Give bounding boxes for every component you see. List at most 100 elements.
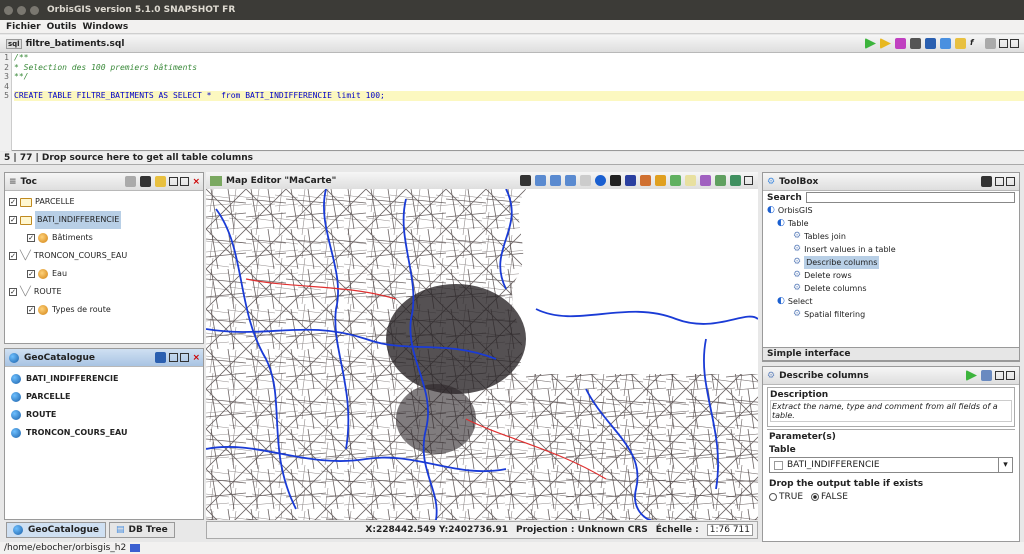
folder-icon[interactable] [955,38,966,49]
description-box: Description Extract the name, type and c… [767,387,1015,427]
execute-icon[interactable] [865,38,876,49]
visibility-checkbox[interactable]: ✓ [9,216,17,224]
toolbox-node[interactable]: ⚙ Delete columns [767,282,1015,295]
remove-layer-icon[interactable] [125,176,137,187]
simple-interface-bar[interactable]: Simple interface [762,347,1020,361]
process-options-icon[interactable] [981,370,992,381]
maximize-panel-icon[interactable] [744,176,753,185]
catalogue-item[interactable]: BATI_INDIFFERENCIE [11,370,197,388]
visibility-checkbox[interactable]: ✓ [27,306,35,314]
minimize-window-icon[interactable] [17,5,26,15]
maximize-panel-icon[interactable] [1006,177,1015,186]
close-panel-icon[interactable]: × [192,353,200,363]
zoom-in-icon[interactable] [535,175,546,186]
scale-input[interactable]: 1:76 711 [706,524,753,536]
zoom-layer-icon[interactable] [140,176,152,187]
minimize-panel-icon[interactable] [999,39,1008,48]
map-canvas[interactable] [206,189,758,520]
export-icon[interactable] [670,175,681,186]
process-icon: ⚙ [793,257,802,267]
maximize-panel-icon[interactable] [180,177,190,186]
toolbox-node[interactable]: ⚙ Spatial filtering [767,308,1015,321]
save-icon[interactable] [925,38,936,49]
minimize-panel-icon[interactable] [169,353,179,362]
visibility-checkbox[interactable]: ✓ [9,288,17,296]
function-icon[interactable]: f [970,38,981,49]
toc-item-style[interactable]: ✓ Bâtiments [9,229,199,247]
geocatalogue-icon [9,352,19,363]
map-drawing[interactable] [206,189,758,520]
maximize-panel-icon[interactable] [1006,371,1015,380]
find-icon[interactable] [910,38,921,49]
minimize-panel-icon[interactable] [995,177,1004,186]
refresh-icon[interactable] [981,176,992,187]
search-input[interactable] [805,192,1015,203]
menu-windows[interactable]: Windows [83,22,129,32]
map-projection[interactable]: Projection : Unknown CRS [516,525,648,535]
close-panel-icon[interactable]: × [192,177,200,187]
toolbox-node[interactable]: ◐ Table [767,217,1015,230]
radio-true[interactable]: TRUE [769,492,803,502]
clear-icon[interactable] [895,38,906,49]
visibility-checkbox[interactable]: ✓ [9,198,17,206]
toolbox-node[interactable]: ◐ Select [767,295,1015,308]
execute-selection-icon[interactable] [880,38,891,49]
open-icon[interactable] [940,38,951,49]
close-window-icon[interactable] [4,5,13,15]
style-icon [38,233,48,243]
catalogue-item[interactable]: TRONCON_COURS_EAU [11,424,197,442]
radio-icon[interactable] [811,493,820,501]
toolbox-node[interactable]: ⚙ Insert values in a table [767,243,1015,256]
info-icon[interactable] [595,175,606,186]
table-select[interactable]: BATI_INDIFFERENCIE ▾ [769,457,1013,473]
pan-icon[interactable] [580,175,591,186]
chevron-down-icon[interactable]: ▾ [998,458,1012,472]
catalogue-item[interactable]: ROUTE [11,406,197,424]
minimize-panel-icon[interactable] [995,371,1004,380]
visibility-checkbox[interactable]: ✓ [27,270,35,278]
toc-item-route[interactable]: ✓ ╲╱ ROUTE [9,283,199,301]
node-label: Tables join [804,232,846,241]
edit-icon[interactable] [655,175,666,186]
line-number-gutter: 1 2 3 4 5 [0,53,12,151]
toc-item-style[interactable]: ✓ Types de route [9,301,199,319]
toolbox-node[interactable]: ◐ OrbisGIS [767,204,1015,217]
zoom-box-icon[interactable] [565,175,576,186]
toc-item-bati[interactable]: ✓ BATI_INDIFFERENCIE [9,211,199,229]
toc-item-parcelle[interactable]: ✓ PARCELLE [9,193,199,211]
layers-icon[interactable] [715,175,726,186]
full-extent-icon[interactable] [520,175,531,186]
menu-outils[interactable]: Outils [47,22,77,32]
select-icon[interactable] [610,175,621,186]
maximize-panel-icon[interactable] [180,353,190,362]
print-icon[interactable] [730,175,741,186]
sql-editor[interactable]: 1 2 3 4 5 /** * Selection des 100 premie… [0,53,1024,151]
toolbox-node[interactable]: ⚙ Delete rows [767,269,1015,282]
measure-icon[interactable] [685,175,696,186]
radio-icon[interactable] [769,493,777,501]
draw-icon[interactable] [640,175,651,186]
catalogue-item[interactable]: PARCELLE [11,388,197,406]
radio-false[interactable]: FALSE [811,492,848,502]
tab-geocatalogue[interactable]: GeoCatalogue [6,522,106,538]
search-icon[interactable] [155,352,167,363]
select-area-icon[interactable] [625,175,636,186]
zoom-out-icon[interactable] [550,175,561,186]
menu-fichier[interactable]: Fichier [6,22,41,32]
code-line-current: CREATE TABLE FILTRE_BATIMENTS AS SELECT … [14,91,1024,101]
tab-db-tree[interactable]: ▤ DB Tree [108,522,175,538]
toc-item-style[interactable]: ✓ Eau [9,265,199,283]
maximize-window-icon[interactable] [30,5,39,15]
minimize-panel-icon[interactable] [169,177,179,186]
maximize-panel-icon[interactable] [1010,39,1019,48]
map-icon [210,175,222,186]
visibility-checkbox[interactable]: ✓ [9,252,17,260]
add-layer-icon[interactable] [155,176,167,187]
style-tool-icon[interactable] [700,175,711,186]
sigma-icon[interactable] [985,38,996,49]
toolbox-node[interactable]: ⚙ Tables join [767,230,1015,243]
toc-item-troncon[interactable]: ✓ ╲╱ TRONCON_COURS_EAU [9,247,199,265]
run-process-icon[interactable] [966,370,977,381]
visibility-checkbox[interactable]: ✓ [27,234,35,242]
toolbox-node[interactable]: ⚙ Describe columns [767,256,1015,269]
